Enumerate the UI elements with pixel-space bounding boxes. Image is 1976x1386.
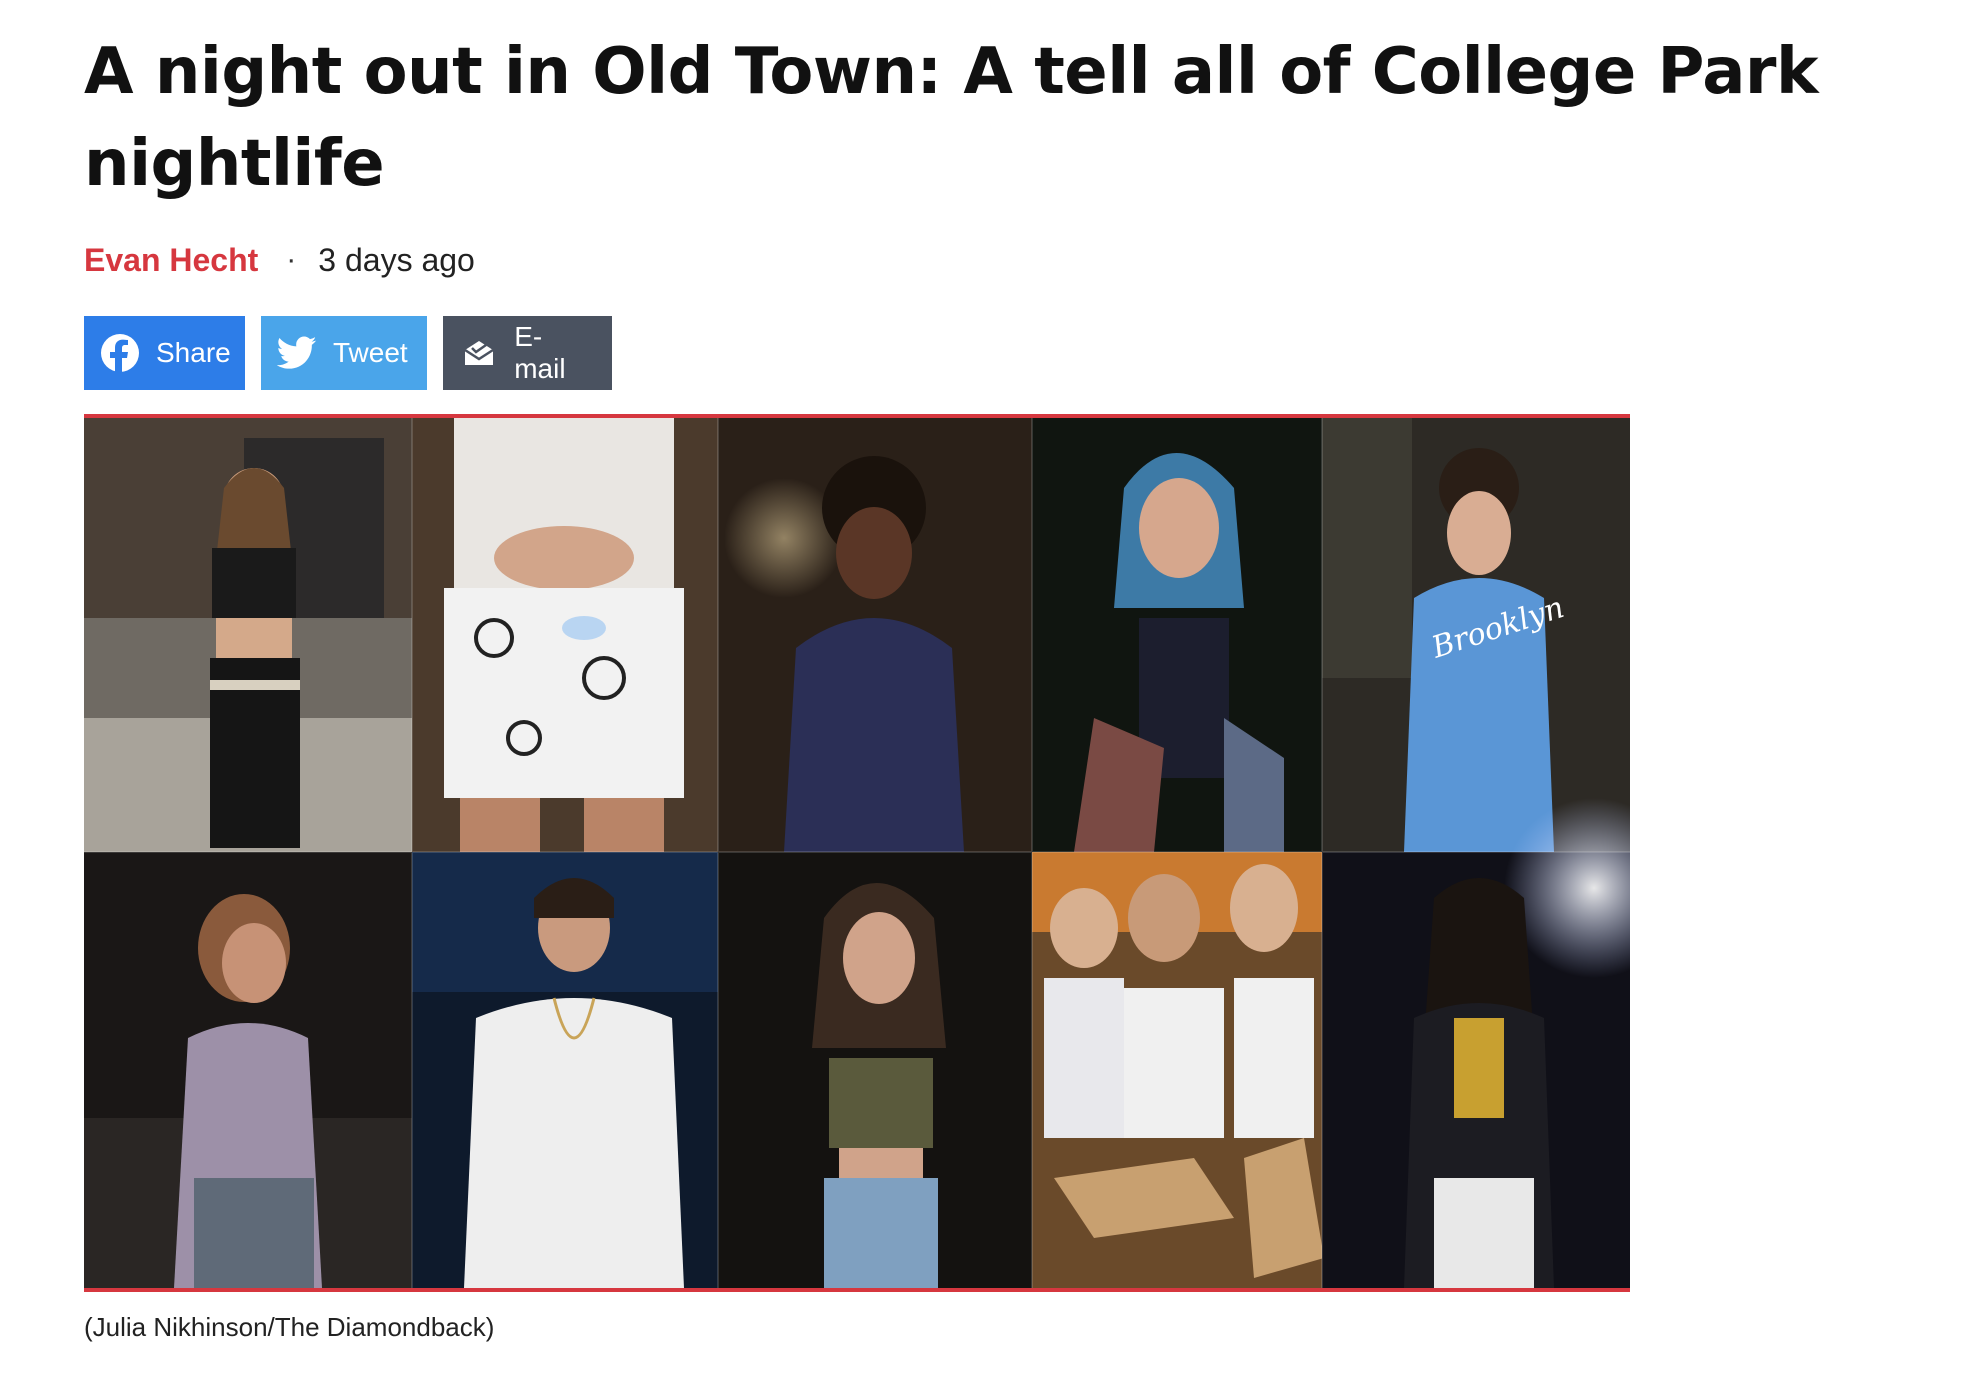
photo-tile-5: Brooklyn xyxy=(1322,418,1630,852)
email-share-button[interactable]: E-mail xyxy=(443,316,612,390)
facebook-icon xyxy=(100,333,140,373)
envelope-icon xyxy=(459,333,498,373)
twitter-tweet-label: Tweet xyxy=(333,337,408,368)
photo-tile-10 xyxy=(1322,798,1630,1288)
photo-tile-6 xyxy=(84,852,412,1288)
twitter-tweet-button[interactable]: Tweet xyxy=(261,316,427,390)
author-link[interactable]: Evan Hecht xyxy=(84,242,258,279)
featured-photo-collage: Brooklyn xyxy=(84,414,1630,1292)
photo-tile-3 xyxy=(718,418,1032,852)
twitter-bird-icon xyxy=(277,333,317,373)
photo-grid: Brooklyn xyxy=(84,418,1630,1288)
photo-tile-2 xyxy=(412,418,718,852)
share-bar: Share Tweet E-mail xyxy=(84,316,628,390)
email-share-label: E-mail xyxy=(514,321,566,384)
photo-tile-7 xyxy=(412,852,718,1288)
facebook-share-label: Share xyxy=(156,337,231,368)
article-headline: A night out in Old Town: A tell all of C… xyxy=(84,35,1819,201)
photo-caption: (Julia Nikhinson/The Diamondback) xyxy=(84,1312,495,1342)
byline: Evan Hecht · 3 days ago xyxy=(84,240,475,280)
photo-tile-8 xyxy=(718,852,1032,1288)
photo-tile-1 xyxy=(84,418,412,852)
facebook-share-button[interactable]: Share xyxy=(84,316,245,390)
photo-tile-4 xyxy=(1032,418,1322,852)
byline-separator: · xyxy=(286,243,297,276)
published-time: 3 days ago xyxy=(318,241,475,278)
photo-tile-9 xyxy=(1032,852,1324,1288)
